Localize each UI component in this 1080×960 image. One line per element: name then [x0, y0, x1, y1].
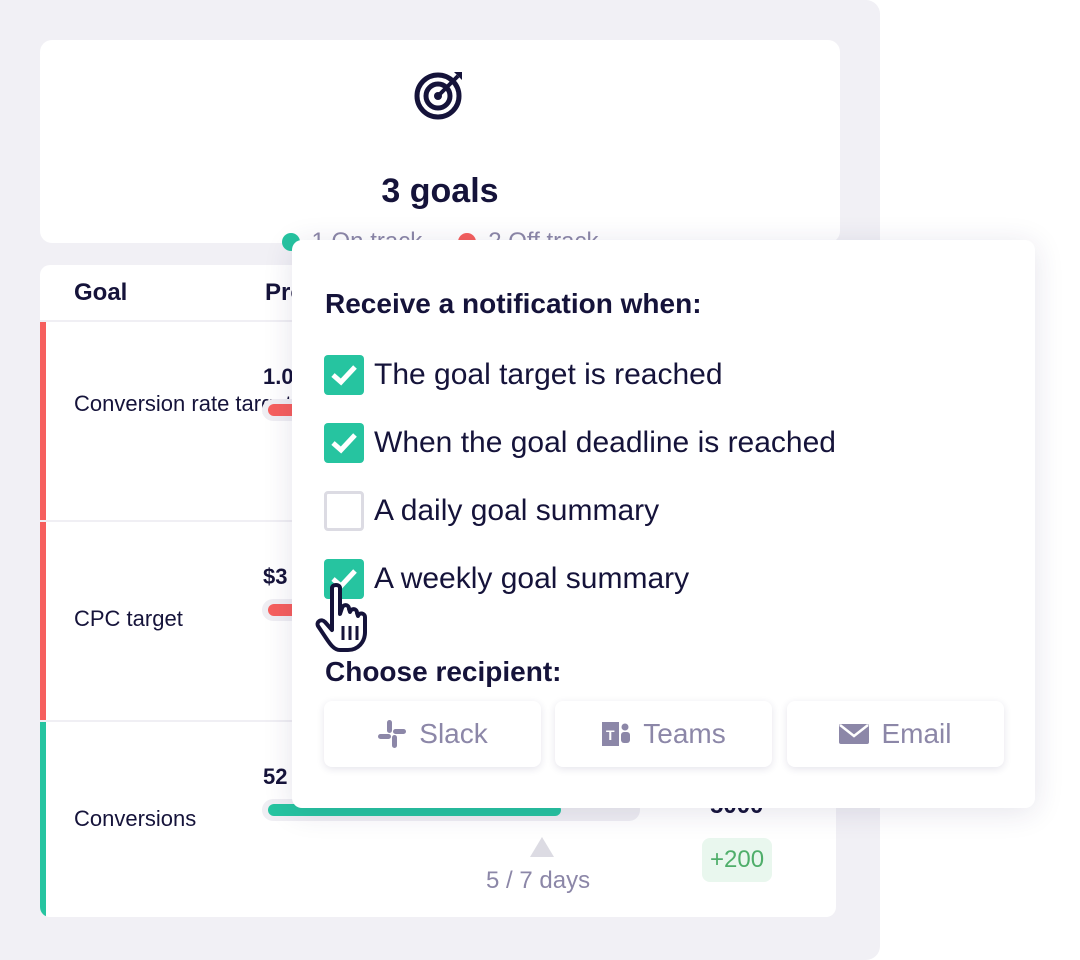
goal-value: 1.0	[263, 364, 294, 389]
goal-name: CPC target	[74, 606, 183, 631]
option-deadline-reached[interactable]: When the goal deadline is reached	[324, 423, 836, 463]
email-label: Email	[881, 718, 952, 749]
hand-pointer-cursor-icon	[315, 583, 367, 652]
option-daily-summary[interactable]: A daily goal summary	[324, 491, 659, 531]
goals-summary-card: 3 goals 1 On track 2 Off track	[40, 40, 840, 255]
slack-icon	[378, 720, 407, 748]
slack-button[interactable]: Slack	[324, 701, 541, 767]
goal-value: $3	[263, 564, 288, 589]
slack-label: Slack	[419, 718, 488, 749]
status-bar	[40, 322, 46, 520]
checkbox-checked-icon[interactable]	[324, 423, 364, 463]
status-bar	[40, 722, 46, 917]
notification-heading: Receive a notification when:	[325, 288, 702, 319]
option-label: The goal target is reached	[374, 358, 723, 391]
goals-count: 3 goals	[381, 172, 499, 210]
svg-text:T: T	[606, 727, 615, 743]
goal-value: 52	[263, 764, 288, 789]
teams-label: Teams	[643, 718, 726, 749]
notification-popup: Receive a notification when: The goal ta…	[292, 240, 1035, 808]
today-marker-icon	[530, 837, 554, 857]
recipient-heading: Choose recipient:	[325, 656, 562, 687]
target-icon	[414, 72, 462, 120]
teams-button[interactable]: T Teams	[555, 701, 772, 767]
email-button[interactable]: Email	[787, 701, 1004, 767]
header-goal: Goal	[74, 279, 128, 306]
option-label: A daily goal summary	[374, 494, 660, 527]
option-label: When the goal deadline is reached	[374, 426, 836, 459]
goal-name: Conversion rate target	[74, 391, 292, 416]
checkbox-unchecked-icon[interactable]	[324, 491, 364, 531]
teams-icon: T	[602, 722, 631, 746]
option-target-reached[interactable]: The goal target is reached	[324, 355, 723, 395]
envelope-icon	[839, 724, 870, 744]
option-label: A weekly goal summary	[374, 562, 690, 595]
checkbox-checked-icon[interactable]	[324, 355, 364, 395]
goal-name: Conversions	[74, 806, 197, 831]
status-bar	[40, 522, 46, 720]
days-elapsed: 5 / 7 days	[486, 867, 591, 894]
delta-badge: +200	[702, 838, 773, 882]
